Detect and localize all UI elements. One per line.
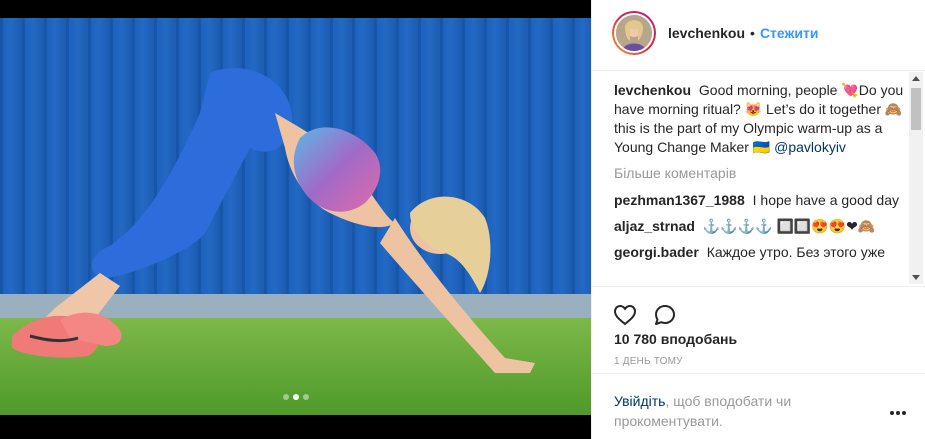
comment-username[interactable]: aljaz_strnad: [614, 218, 695, 234]
avatar-image: [614, 13, 654, 53]
comment-text: I hope have a good day: [752, 192, 899, 208]
post-actions: 10 780 вподобань 1 день тому: [592, 286, 925, 367]
login-link[interactable]: Увійдіть: [614, 393, 665, 409]
heart-icon[interactable]: [612, 302, 638, 328]
post-timestamp[interactable]: 1 день тому: [614, 356, 683, 367]
carousel-dot-active: [292, 394, 299, 400]
comment-item: georgi.bader Каждое утро. Без этого уже: [614, 243, 904, 262]
caption-mention[interactable]: @pavlokyiv: [774, 139, 846, 155]
photo-illustration: [0, 18, 591, 415]
avatar[interactable]: [612, 11, 656, 55]
post-header: levchenkou • Стежити: [592, 0, 925, 66]
scroll-up-arrow-icon[interactable]: [912, 76, 920, 81]
comment-item: pezhman1367_1988 I hope have a good day: [614, 191, 904, 210]
comments-section: levchenkou Good morning, people 💘Do you …: [592, 70, 925, 286]
scrollbar-thumb[interactable]: [911, 88, 921, 130]
caption-username[interactable]: levchenkou: [614, 82, 691, 98]
more-comments-link[interactable]: Більше коментарів: [614, 164, 904, 183]
login-prompt: Увійдіть, щоб вподобати чи прокоментуват…: [614, 391, 844, 431]
post-photo[interactable]: [0, 18, 591, 415]
follow-button[interactable]: Стежити: [760, 25, 819, 41]
likes-count[interactable]: 10 780 вподобань: [614, 331, 737, 347]
post-side-panel: levchenkou • Стежити levchenkou Good mor…: [591, 0, 925, 439]
comment-username[interactable]: pezhman1367_1988: [614, 192, 745, 208]
post-footer: Увійдіть, щоб вподобати чи прокоментуват…: [592, 373, 925, 439]
carousel-dot: [302, 394, 309, 400]
carousel-dot: [282, 394, 289, 400]
more-options-icon[interactable]: [890, 411, 906, 415]
comment-item: aljaz_strnad ⚓⚓⚓⚓ 🔲🔲😍😍❤🙈: [614, 217, 904, 236]
scroll-down-arrow-icon[interactable]: [912, 275, 920, 280]
post-media: [0, 0, 591, 439]
comment-text: ⚓⚓⚓⚓ 🔲🔲😍😍❤🙈: [702, 218, 876, 234]
comments-scrollbar[interactable]: [909, 72, 923, 284]
comment-bubble-icon[interactable]: [652, 302, 678, 328]
comment-username[interactable]: georgi.bader: [614, 244, 699, 260]
caption: levchenkou Good morning, people 💘Do you …: [614, 81, 904, 157]
instagram-post: levchenkou • Стежити levchenkou Good mor…: [0, 0, 925, 439]
header-separator: •: [750, 25, 755, 41]
header-username[interactable]: levchenkou: [668, 25, 745, 41]
carousel-indicator: [0, 394, 591, 400]
comment-text: Каждое утро. Без этого уже: [706, 244, 886, 260]
